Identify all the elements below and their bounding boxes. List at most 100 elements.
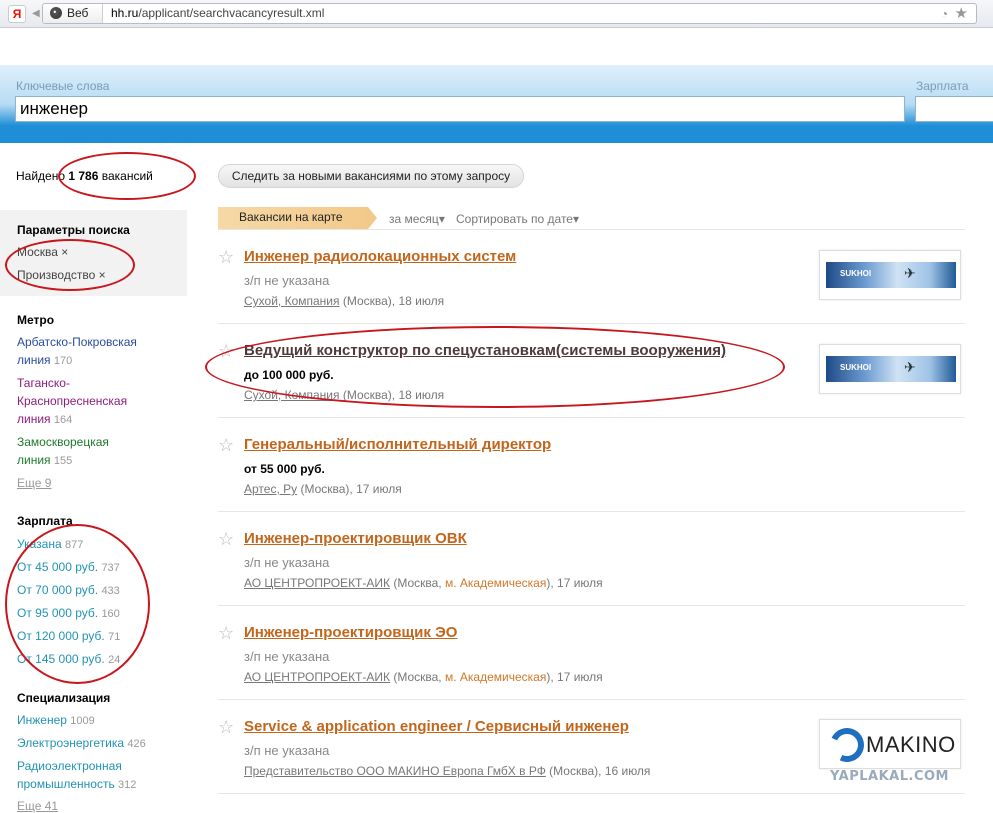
yandex-logo-icon[interactable]: Я (8, 5, 26, 23)
company-logo-sukhoi[interactable]: SUKHOI ✈ (819, 250, 961, 300)
vacancy-meta: АО ЦЕНТРОПРОЕКТ-АИК (Москва, м. Академич… (244, 576, 603, 590)
divider (218, 323, 965, 324)
vacancy-location: (Москва, (393, 670, 442, 684)
spec-count: 426 (127, 738, 146, 750)
address-bar[interactable]: Веб hh.ru/applicant/searchvacancyresult.… (42, 3, 977, 24)
vacancy-meta: АО ЦЕНТРОПРОЕКТ-АИК (Москва, м. Академич… (244, 670, 603, 684)
salary-input[interactable] (915, 96, 993, 122)
chevron-down-icon: ▾ (438, 212, 445, 226)
vacancy-item: ☆ Инженер-проектировщик ОВК з/п не указа… (218, 530, 965, 606)
globe-icon (50, 7, 62, 19)
spec-item-radioelectronics[interactable]: Радиоэлектронная промышленность 312 (17, 757, 136, 794)
watermark: YAPLAKAL.COM (830, 769, 949, 784)
vacancy-salary: з/п не указана (244, 555, 330, 570)
rss-icon[interactable]: ◔ (941, 7, 948, 21)
sort-dropdown[interactable]: Сортировать по дате▾ (456, 212, 579, 226)
spec-label: Радиоэлектронная (17, 759, 122, 773)
metro-item-taganskaya[interactable]: Таганско- Краснопресненская линия 164 (17, 374, 127, 429)
vacancy-salary: з/п не указана (244, 273, 330, 288)
spec-more-link[interactable]: Еще 41 (17, 799, 58, 813)
metro-count: 155 (53, 455, 73, 467)
period-dropdown[interactable]: за месяц▾ (389, 212, 445, 226)
spec-label: Инженер (17, 713, 67, 727)
metro-item-zamoskvoretskaya[interactable]: Замоскворецкая линия 155 (17, 433, 109, 470)
map-tab[interactable]: Вакансии на карте (218, 207, 377, 229)
keywords-label: Ключевые слова (16, 79, 110, 93)
vacancy-item: ☆ Генеральный/исполнительный директор от… (218, 436, 965, 512)
metro-more-link[interactable]: Еще 9 (17, 476, 51, 490)
params-title: Параметры поиска (17, 223, 130, 237)
vacancy-item: ☆ Инженер-проектировщик ЭО з/п не указан… (218, 624, 965, 700)
logo-brand: MAKINO (866, 732, 956, 757)
metro-label: линия (17, 412, 51, 426)
web-search-button[interactable]: Веб (43, 4, 103, 23)
bookmark-star-icon[interactable]: ★ (955, 4, 968, 22)
metro-station: м. Академическая (445, 576, 547, 590)
spec-label: Электроэнергетика (17, 736, 125, 750)
metro-count: 164 (53, 414, 73, 426)
annotation-ellipse (58, 152, 196, 200)
spec-item-electroenergy[interactable]: Электроэнергетика 426 (17, 734, 146, 753)
vacancy-salary: з/п не указана (244, 649, 330, 664)
vacancy-date: 17 июля (356, 482, 402, 496)
keywords-input[interactable] (15, 96, 905, 122)
annotation-ellipse (5, 524, 150, 684)
vacancy-meta: Сухой, Компания (Москва), 18 июля (244, 294, 444, 308)
company-link[interactable]: Сухой, Компания (244, 294, 340, 308)
chevron-down-icon: ▾ (572, 212, 580, 226)
dropdown-arrow-icon[interactable]: ◀ (32, 8, 40, 19)
company-logo-makino[interactable]: MAKINO (819, 719, 961, 769)
vacancy-date: 16 июля (604, 764, 651, 778)
logo-brand: SUKHOI (840, 269, 872, 278)
meta-punct: ), (546, 576, 554, 590)
metro-label: линия (17, 353, 51, 367)
company-link[interactable]: АО ЦЕНТРОПРОЕКТ-АИК (244, 670, 390, 684)
vacancy-location: (Москва), (300, 482, 353, 496)
metro-label: Арбатско-Покровская (17, 335, 137, 349)
company-logo-sukhoi[interactable]: SUKHOI ✈ (819, 344, 961, 394)
star-icon[interactable]: ☆ (218, 248, 234, 266)
star-icon[interactable]: ☆ (218, 718, 234, 736)
spec-count: 1009 (70, 715, 95, 727)
spec-item-engineer[interactable]: Инженер 1009 (17, 711, 95, 730)
vacancy-date: 18 июля (398, 294, 445, 308)
vacancy-title-link[interactable]: Генеральный/исполнительный директор (244, 436, 551, 453)
company-link[interactable]: Представительство ООО МАКИНО Европа ГмбХ… (244, 764, 546, 778)
divider (218, 605, 965, 606)
company-link[interactable]: АО ЦЕНТРОПРОЕКТ-АИК (244, 576, 390, 590)
metro-title: Метро (17, 313, 55, 327)
follow-search-button[interactable]: Следить за новыми вакансиями по этому за… (218, 164, 524, 188)
vacancy-date: 17 июля (557, 670, 603, 684)
vacancy-location: (Москва), (342, 294, 396, 308)
divider (218, 417, 965, 418)
divider (218, 699, 965, 700)
logo-brand: SUKHOI (840, 363, 872, 372)
period-label: за месяц (389, 212, 439, 226)
divider (218, 511, 965, 512)
vacancy-title-link[interactable]: Service & application engineer / Сервисн… (244, 718, 629, 735)
logo-banner: SUKHOI ✈ (826, 262, 956, 288)
star-icon[interactable]: ☆ (218, 624, 234, 642)
metro-label: Таганско- (17, 376, 70, 390)
logo-banner: SUKHOI ✈ (826, 356, 956, 382)
company-link[interactable]: Артес, Ру (244, 482, 297, 496)
vacancy-date: 17 июля (557, 576, 603, 590)
spec-title: Специализация (17, 691, 111, 705)
vacancy-title-link[interactable]: Инженер-проектировщик ОВК (244, 530, 467, 547)
vacancy-salary: от 55 000 руб. (244, 462, 325, 476)
meta-punct: ), (546, 670, 554, 684)
url-path: /applicant/searchvacancyresult.xml (138, 6, 325, 20)
annotation-ellipse (5, 239, 135, 291)
vacancy-title-link[interactable]: Инженер радиолокационных систем (244, 248, 516, 265)
url-text[interactable]: hh.ru/applicant/searchvacancyresult.xml (111, 6, 324, 20)
metro-item-arbatsko-pokrovskaya[interactable]: Арбатско-Покровская линия 170 (17, 333, 137, 370)
star-icon[interactable]: ☆ (218, 530, 234, 548)
divider (218, 229, 965, 230)
vacancy-title-link[interactable]: Инженер-проектировщик ЭО (244, 624, 457, 641)
makino-logo-icon (825, 723, 869, 767)
web-label: Веб (67, 6, 89, 20)
star-icon[interactable]: ☆ (218, 436, 234, 454)
salary-label: Зарплата (916, 79, 969, 93)
vacancy-salary: з/п не указана (244, 743, 330, 758)
sort-label: Сортировать по дате (456, 212, 573, 226)
